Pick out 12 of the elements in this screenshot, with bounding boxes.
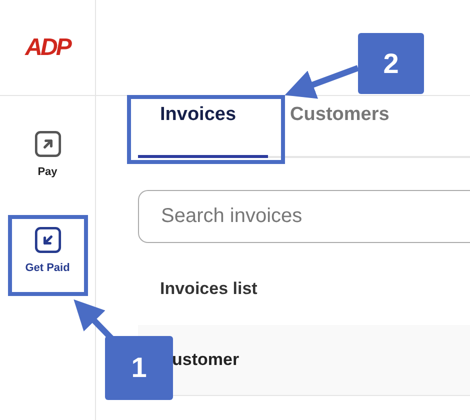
step-callout: 2	[358, 33, 424, 94]
section-title: Invoices list	[160, 279, 258, 299]
nav-item[interactable]: Pay	[34, 130, 62, 178]
search-field[interactable]: Search invoices	[138, 190, 470, 243]
nav-item[interactable]: Get Paid	[25, 226, 70, 274]
nav-label: Get Paid	[25, 262, 70, 274]
nav-label: Pay	[38, 166, 58, 178]
tab[interactable]: Invoices	[138, 96, 268, 158]
column-header: ustomer	[172, 350, 240, 370]
tab[interactable]: Customers	[268, 96, 422, 158]
logo: ADP	[25, 34, 70, 62]
step-callout: 1	[105, 336, 173, 400]
